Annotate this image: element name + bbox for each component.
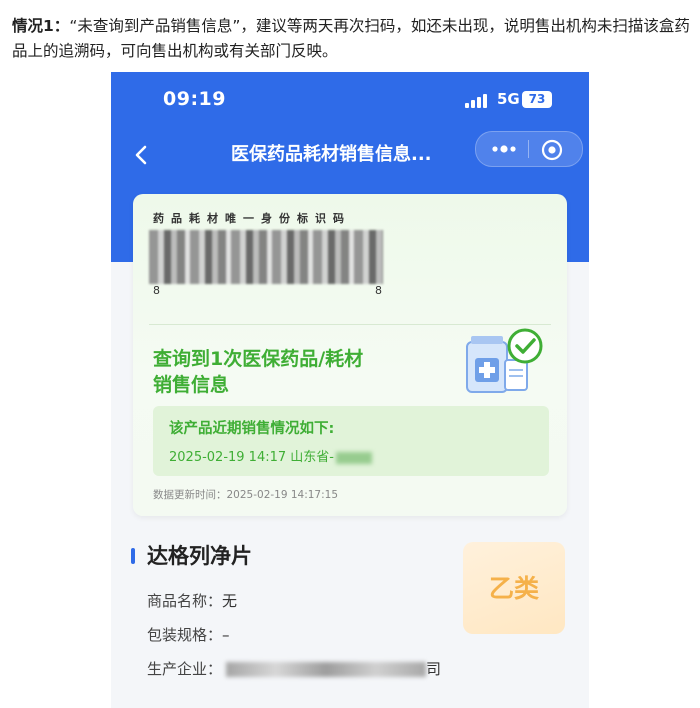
card-divider [149,324,551,325]
found-message-line1: 查询到1次医保药品/耗材 [153,348,364,370]
redacted-city [335,451,372,464]
mini-program-capsule [475,131,583,167]
field-value: 司 [426,660,442,678]
sales-info-card: 药品耗材唯一身份标识码 8 8 查询到1次医保药品/耗材 销售信息 该产品近期销… [133,194,567,516]
barcode-redacted [149,230,383,284]
code-first-digit: 8 [153,284,160,297]
info-row-package-spec: 包装规格：– [147,624,230,645]
capsule-divider [528,140,529,158]
signal-icon [465,94,491,108]
status-time: 09:19 [163,88,226,110]
network-type: 5G [497,90,520,108]
sales-record-text: 2025-02-19 14:17 山东省- [169,450,334,465]
update-time: 数据更新时间：2025-02-19 14:17:15 [153,489,339,501]
recent-sales-box: 该产品近期销售情况如下: 2025-02-19 14:17 山东省- [153,406,549,476]
nav-bar: 医保药品耗材销售信息... [111,130,589,182]
battery-level: 73 [522,91,552,108]
medicine-check-icon [466,328,543,393]
product-name: 达格列净片 [147,544,252,568]
intro-label: 情况1： [12,17,70,35]
title-accent-bar [131,548,135,564]
info-row-trade-name: 商品名称：无 [147,590,237,611]
back-icon[interactable] [129,138,155,172]
intro-paragraph: 情况1：“未查询到产品销售信息”，建议等两天再次扫码，如还未出现，说明售出机构未… [12,14,690,64]
category-label: 乙类 [488,574,539,603]
status-bar: 09:19 5G 73 [111,72,589,130]
found-message-line2: 销售信息 [153,374,230,396]
page-title: 医保药品耗材销售信息... [231,144,432,165]
target-icon[interactable] [540,138,564,162]
phone-screenshot: 09:19 5G 73 医保药品耗材销售信息... 药品耗材唯一身份标识码 8 … [111,72,589,708]
redacted-manufacturer [226,662,427,677]
intro-text: “未查询到产品销售信息”，建议等两天再次扫码，如还未出现，说明售出机构未扫描该盒… [12,17,690,60]
more-icon[interactable] [486,137,522,161]
code-last-digit: 8 [375,284,382,297]
sales-record: 2025-02-19 14:17 山东省- [169,446,372,465]
field-value: – [222,626,230,644]
field-label: 生产企业： [147,660,223,678]
field-label: 商品名称： [147,592,223,610]
field-label: 包装规格： [147,626,223,644]
recent-sales-title: 该产品近期销售情况如下: [169,421,335,437]
category-badge: 乙类 [463,542,565,634]
info-row-manufacturer: 生产企业： 司 [147,658,441,679]
field-value: 无 [222,592,238,610]
code-label: 药品耗材唯一身份标识码 [153,212,351,225]
